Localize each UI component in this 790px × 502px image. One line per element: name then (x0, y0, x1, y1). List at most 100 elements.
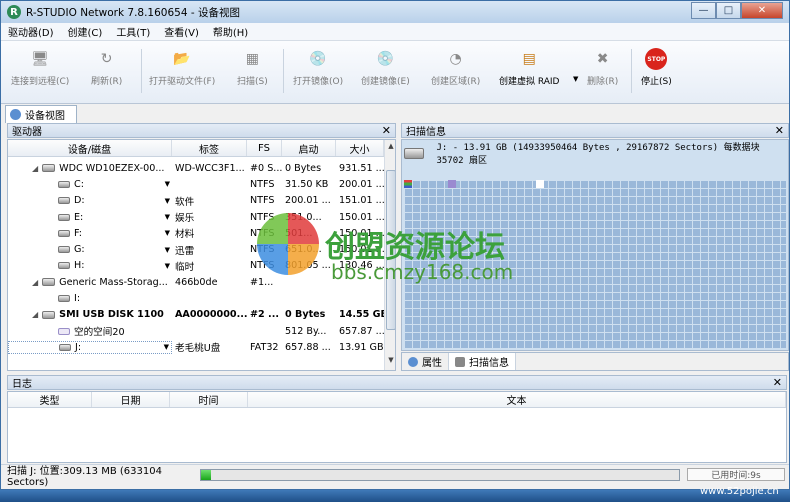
toolbar-separator (141, 49, 142, 93)
open-drive-file-button[interactable]: 📂 打开驱动文件(F) (149, 45, 215, 101)
tab-properties[interactable]: 属性 (402, 353, 449, 370)
log-pane-title: 日志 (12, 379, 32, 390)
column-header-type[interactable]: 类型 (8, 392, 92, 407)
tab-device-view[interactable]: 设备视图 (5, 105, 77, 123)
stop-button[interactable]: STOP 停止(S) (641, 45, 672, 101)
menu-drives[interactable]: 驱动器(D) (1, 24, 61, 39)
drives-pane-title: 驱动器 (12, 127, 42, 138)
toolbar: 🖥 连接到远程(C) ↻ 刷新(R) 📂 打开驱动文件(F) ▦ 扫描(S) 💿 打开镜像… (1, 41, 789, 104)
chevron-down-icon[interactable]: ▼ (165, 180, 170, 188)
connect-remote-button[interactable]: 🖥 连接到远程(C) (11, 45, 69, 101)
stop-icon: STOP (645, 48, 668, 70)
delete-button[interactable]: ✖ 删除(R) (587, 45, 618, 101)
hard-disk-icon (42, 164, 56, 173)
scan-block-found (448, 180, 456, 188)
table-row[interactable]: D: ▼ 软件 NTFS 200.01 ... 151.01 ... (8, 193, 384, 209)
toolbar-separator (283, 49, 284, 93)
tab-scan-info[interactable]: 扫描信息 (449, 353, 516, 370)
window-title: R-STUDIO Network 7.8.160654 - 设备视图 (26, 6, 240, 19)
scan-info-header: J: - 13.91 GB (14933950464 Bytes , 29167… (404, 142, 786, 176)
drives-table-header: 设备/磁盘 标签 FS 启动 大小 (8, 140, 384, 157)
scan-pane-header: 扫描信息 ✕ (401, 123, 789, 138)
status-bar: 扫描 J: 位置:309.13 MB (633104 Sectors) 已用时间… (1, 464, 789, 488)
hard-disk-icon (42, 278, 56, 287)
column-header-label[interactable]: 标签 (172, 140, 247, 156)
volume-icon (58, 295, 70, 303)
close-button[interactable]: ✕ (741, 2, 783, 19)
log-table-header: 类型 日期 时间 文本 (8, 392, 786, 408)
virtual-raid-icon: ▤ (522, 51, 536, 67)
menu-create[interactable]: 创建(C) (61, 24, 110, 39)
toolbar-separator (631, 49, 632, 93)
menu-help[interactable]: 帮助(H) (206, 24, 255, 39)
progress-fill (201, 470, 211, 480)
table-row[interactable]: I: (8, 290, 384, 306)
delete-icon: ✖ (596, 51, 609, 67)
empty-space-icon (58, 327, 70, 335)
close-icon[interactable]: ✕ (775, 124, 784, 137)
close-icon[interactable]: ✕ (773, 376, 782, 389)
column-header-text[interactable]: 文本 (248, 392, 786, 407)
scroll-down-icon[interactable]: ▼ (385, 356, 395, 368)
rstudio-icon: R (7, 5, 21, 19)
scroll-up-icon[interactable]: ▲ (385, 142, 395, 154)
menu-bar: 驱动器(D) 创建(C) 工具(T) 查看(V) 帮助(H) (1, 23, 789, 41)
menu-tools[interactable]: 工具(T) (109, 24, 157, 39)
table-row-selected[interactable]: J: ▼ 老毛桃U盘 FAT32 657.88 ... 13.91 GB (8, 339, 384, 355)
log-table: 类型 日期 时间 文本 (7, 391, 787, 463)
scan-block-found (404, 180, 412, 188)
chevron-down-icon[interactable]: ▼ (165, 229, 170, 237)
title-bar[interactable]: R R-STUDIO Network 7.8.160654 - 设备视图 — □… (1, 1, 789, 23)
volume-icon (58, 262, 70, 270)
refresh-button[interactable]: ↻ 刷新(R) (91, 45, 122, 101)
table-row[interactable]: 空的空间20 512 By... 657.87 ... (8, 323, 384, 339)
right-pane-tabs: 属性 扫描信息 (401, 352, 789, 371)
open-image-icon: 💿 (309, 51, 327, 67)
column-header-device[interactable]: 设备/磁盘 (8, 140, 172, 156)
scan-pane-title: 扫描信息 (406, 127, 446, 138)
column-header-size[interactable]: 大小 (336, 140, 384, 156)
menu-view[interactable]: 查看(V) (157, 24, 206, 39)
create-virtual-raid-button[interactable]: ▤ 创建虚拟 RAID (499, 45, 560, 101)
drive-icon (404, 148, 425, 159)
collapse-arrow-icon[interactable]: ◢ (32, 310, 38, 319)
create-image-button[interactable]: 💿 创建镜像(E) (361, 45, 410, 101)
close-icon[interactable]: ✕ (382, 124, 391, 137)
column-header-time[interactable]: 时间 (170, 392, 248, 407)
volume-icon (58, 229, 70, 237)
column-header-date[interactable]: 日期 (92, 392, 170, 407)
chevron-down-icon[interactable]: ▼ (165, 262, 170, 270)
scan-button[interactable]: ▦ 扫描(S) (237, 45, 268, 101)
open-file-icon: 📂 (173, 51, 191, 67)
collapse-arrow-icon[interactable]: ◢ (32, 164, 38, 173)
minimize-button[interactable]: — (691, 2, 716, 19)
table-row[interactable]: ◢ SMI USB DISK 1100 AA0000000... #2 ... 0 By… (8, 307, 384, 323)
table-row[interactable]: ◢ Generic Mass-Storag... 466b0de #1... (8, 274, 384, 290)
remote-computer-icon: 🖥 (31, 51, 50, 67)
log-pane-header: 日志 ✕ (7, 375, 787, 390)
collapse-arrow-icon[interactable]: ◢ (32, 278, 38, 287)
chevron-down-icon[interactable]: ▼ (165, 246, 170, 254)
column-header-start[interactable]: 启动 (282, 140, 336, 156)
volume-icon (58, 213, 70, 221)
volume-icon (58, 246, 70, 254)
create-region-button[interactable]: ◔ 创建区域(R) (431, 45, 480, 101)
scan-progress-bar (200, 469, 680, 481)
refresh-icon: ↻ (100, 51, 113, 67)
create-region-icon: ◔ (449, 51, 462, 67)
chevron-down-icon[interactable]: ▼ (164, 343, 169, 351)
usb-disk-icon (42, 310, 56, 319)
drives-pane-header: 驱动器 ✕ (7, 123, 396, 138)
table-row[interactable]: C: ▼ NTFS 31.50 KB 200.01 ... (8, 176, 384, 192)
table-row[interactable]: ◢ WDC WD10EZEX-00... WD-WCC3F1... #0 S... 0 … (8, 160, 384, 176)
chevron-down-icon[interactable]: ▼ (165, 197, 170, 205)
chevron-down-icon[interactable]: ▼ (165, 213, 170, 221)
watermark-url: bbs.cmzy168.com (331, 260, 514, 284)
maximize-button[interactable]: □ (716, 2, 741, 19)
open-image-button[interactable]: 💿 打开镜像(O) (293, 45, 343, 101)
column-header-fs[interactable]: FS (247, 140, 282, 156)
properties-icon (408, 356, 418, 367)
taskbar (0, 490, 790, 502)
elapsed-time: 已用时间:9s (687, 468, 785, 481)
volume-icon (59, 343, 71, 351)
